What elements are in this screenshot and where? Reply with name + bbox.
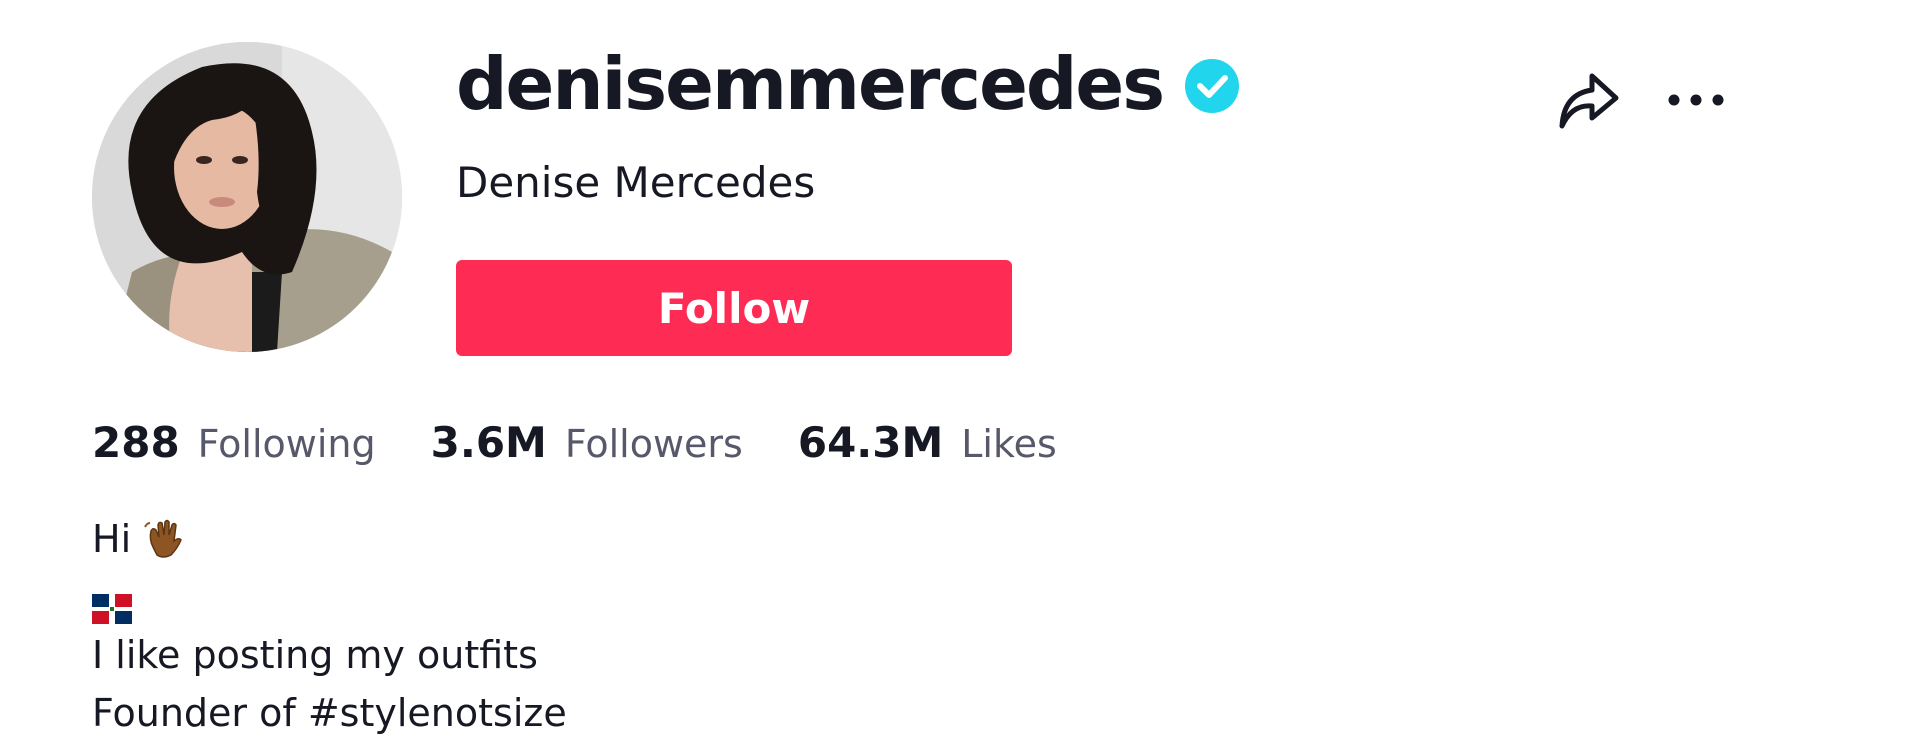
followers-label: Followers	[564, 422, 743, 466]
following-count: 288	[92, 418, 180, 467]
stat-followers[interactable]: 3.6M Followers	[431, 418, 743, 467]
more-options-icon[interactable]	[1664, 80, 1728, 120]
likes-label: Likes	[961, 422, 1057, 466]
following-label: Following	[197, 422, 376, 466]
stat-likes: 64.3M Likes	[798, 418, 1057, 467]
bio-line-4: Founder of #stylenotsize	[92, 691, 567, 735]
stats-row: 288 Following 3.6M Followers 64.3M Likes	[92, 418, 1112, 478]
verified-check-icon	[1185, 59, 1240, 113]
avatar[interactable]	[92, 42, 402, 352]
dominican-republic-flag-icon	[92, 582, 132, 624]
bio-line-2	[92, 568, 567, 626]
avatar-image	[92, 42, 402, 352]
share-arrow-icon[interactable]	[1556, 70, 1620, 130]
username: denisemmercedes	[456, 42, 1165, 126]
stat-following[interactable]: 288 Following	[92, 418, 376, 467]
bio-line-3: I like posting my outfits	[92, 633, 538, 677]
bio-line-1: Hi	[92, 510, 567, 568]
profile-header: denisemmercedes Denise Mercedes Follow 2…	[0, 0, 1920, 735]
username-row: denisemmercedes	[456, 36, 1240, 132]
waving-hand-icon	[141, 517, 185, 561]
display-name: Denise Mercedes	[456, 158, 816, 207]
bio: Hi I like posting my outfits Founder of …	[92, 510, 567, 742]
bio-greeting: Hi	[92, 517, 132, 561]
follow-button[interactable]: Follow	[456, 260, 1012, 356]
likes-count: 64.3M	[797, 418, 944, 467]
followers-count: 3.6M	[430, 418, 547, 467]
